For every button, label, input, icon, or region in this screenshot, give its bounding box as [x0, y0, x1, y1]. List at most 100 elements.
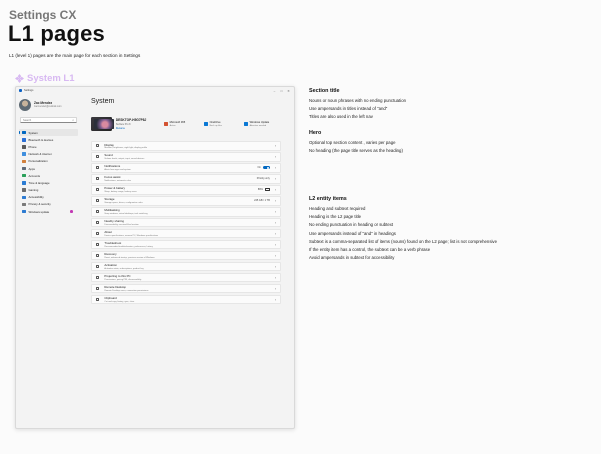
entity-item-subtext: Notifications, automatic rules — [104, 180, 131, 183]
close-button[interactable]: ✕ — [286, 89, 291, 93]
sidebar-item-apps[interactable]: Apps — [19, 165, 78, 172]
chevron-right-icon: › — [274, 231, 276, 236]
display-icon — [96, 144, 100, 148]
entity-item-subtext: Activation state, subscriptions, product… — [104, 267, 144, 270]
update-icon — [22, 209, 26, 214]
entity-item-nearby-sharing[interactable]: Nearby sharing Discoverability, received … — [91, 217, 281, 228]
annotation-line: No heading (the page title serves as the… — [309, 148, 403, 154]
entity-item-notifications[interactable]: Notifications Alerts from apps and system… — [91, 162, 281, 173]
search-placeholder: Search — [23, 118, 32, 122]
profile[interactable]: Zac Mendez zacmendez@outlook.com — [16, 94, 81, 111]
sidebar-item-gaming[interactable]: Gaming — [19, 187, 78, 194]
sidebar-item-system[interactable]: System — [19, 129, 78, 137]
accessibility-icon — [22, 195, 26, 200]
clipboard-icon — [96, 297, 100, 302]
lead-text: L1 (level 1) pages are the main page for… — [9, 53, 141, 58]
avatar — [19, 98, 31, 111]
entity-item-storage[interactable]: Storage Storage space, drives, configurat… — [91, 195, 281, 206]
entity-item-title: About — [104, 230, 112, 235]
entity-item-multitasking[interactable]: Multitasking Snap windows, virtual deskto… — [91, 206, 281, 217]
settings-window: Settings – □ ✕ Zac Mendez zacmendez@outl… — [15, 86, 295, 429]
sidebar-item-phone[interactable]: Phone — [19, 143, 78, 150]
entity-item-title: Clipboard — [104, 296, 117, 301]
entity-item-recovery[interactable]: Recovery Reset, advanced startup, previou… — [91, 250, 281, 261]
page: Settings CX L1 pages L1 (level 1) pages … — [0, 0, 601, 454]
sidebar-item-windows-update[interactable]: Windows update — [19, 208, 78, 215]
entity-item-title: Troubleshoot — [104, 241, 122, 246]
entity-item-subtext: Remote Desktop users, connection permiss… — [104, 289, 149, 292]
annotation-line: Avoid ampersands in subtext for accessib… — [309, 255, 395, 261]
entity-item-about[interactable]: About Device specifications, rename PC, W… — [91, 228, 281, 239]
chevron-right-icon: › — [274, 242, 276, 247]
annotation-line: Optional top section content , varies pe… — [309, 140, 396, 145]
hero-status-item[interactable]: Microsoft 365 Active — [164, 121, 201, 127]
entity-item-title: Notifications — [104, 164, 121, 169]
entity-item-clipboard[interactable]: Clipboard Cut and copy history, sync, cle… — [91, 294, 281, 305]
annotation-line: Heading and subtext required — [309, 206, 366, 211]
entity-item-activation[interactable]: Activation Activation state, subscription… — [91, 261, 281, 272]
annotation-line: Subtext is a comma-separated list of ite… — [309, 238, 497, 244]
entity-item-projecting-to-this-pc[interactable]: Projecting to this PC Permissions, pairin… — [91, 272, 281, 283]
entity-item-value: 89% — [257, 188, 263, 192]
phone-icon — [22, 145, 26, 149]
sidebar-item-bluetooth-devices[interactable]: Bluetooth & devices — [19, 136, 78, 143]
annotation-line: Titles are also used in the left nav — [309, 114, 373, 120]
entity-item-power-battery[interactable]: Power & battery Sleep, battery usage, bat… — [91, 184, 281, 195]
entity-item-title: Multitasking — [104, 208, 120, 213]
entity-item-subtext: Monitors, brightness, night light, displ… — [104, 147, 148, 150]
entity-item-subtext: Reset, advanced startup, previous versio… — [104, 256, 155, 259]
sidebar-item-privacy-security[interactable]: Privacy & security — [19, 201, 78, 208]
annotation-heading: Section title — [309, 88, 340, 94]
sidebar-item-accessibility[interactable]: Accessibility — [19, 194, 78, 201]
entity-item-display[interactable]: Display Monitors, brightness, night light… — [91, 141, 281, 151]
moon-icon — [96, 177, 100, 181]
sidebar-item-label: Time & language — [28, 180, 50, 185]
power-icon — [96, 188, 100, 192]
device-image — [91, 117, 114, 131]
entity-item-title: Focus assist — [104, 175, 121, 180]
window-title: Settings — [24, 89, 34, 92]
annotation-heading: L2 entity items — [309, 196, 347, 202]
entity-item-subtext: Alerts from apps and system — [104, 169, 131, 172]
sidebar-item-time-language[interactable]: Time & language — [19, 179, 78, 186]
accounts-icon — [22, 173, 26, 178]
entity-item-subtext: Discoverability, received files location — [104, 223, 139, 226]
entity-item-title: Recovery — [104, 252, 117, 257]
page-title: L1 pages — [8, 21, 105, 46]
search-input[interactable]: Search ⌕ — [20, 117, 77, 123]
entity-item-sound[interactable]: Sound Volume levels, output, input, sound… — [91, 151, 281, 162]
entity-item-subtext: Sleep, battery usage, battery saver — [104, 191, 137, 194]
profile-email: zacmendez@outlook.com — [34, 105, 62, 109]
maximize-button[interactable]: □ — [279, 89, 284, 93]
main-content: System DESKTOP-H5G7P8J Surface Pro 8 Ren… — [89, 94, 281, 428]
entity-item-focus-assist[interactable]: Focus assist Notifications, automatic rul… — [91, 173, 281, 184]
device-model: Surface Pro 8 — [115, 123, 131, 127]
entity-item-troubleshoot[interactable]: Troubleshoot Recommended troubleshooters,… — [91, 239, 281, 250]
sidebar-item-personalization[interactable]: Personalization — [19, 158, 78, 165]
chevron-right-icon: › — [274, 220, 276, 225]
entity-item-title: Nearby sharing — [104, 219, 124, 224]
sidebar-item-label: Phone — [28, 144, 37, 149]
sidebar-item-accounts[interactable]: Accounts — [19, 172, 78, 179]
annotation-line: Heading is the L2 page title — [309, 214, 362, 220]
entity-item-title: Power & battery — [104, 186, 125, 191]
entity-item-subtext: Recommended troubleshooters, preferences… — [104, 245, 153, 248]
hero-status-title: Windows Update — [249, 121, 270, 125]
chevron-right-icon: › — [274, 143, 276, 148]
entity-item-remote-desktop[interactable]: Remote Desktop Remote Desktop users, conn… — [91, 283, 281, 294]
hero-status-item[interactable]: OneDrive Back up files — [204, 121, 241, 127]
minimize-button[interactable]: – — [272, 89, 277, 93]
recovery-icon — [96, 253, 100, 258]
entity-item-title: Storage — [104, 197, 115, 202]
hero-status-item[interactable]: Windows Update Attention needed — [244, 121, 281, 127]
notification-badge — [70, 210, 73, 213]
annotation-line: No ending punctuation in heading or subt… — [309, 222, 394, 228]
rename-link[interactable]: Rename — [116, 127, 164, 130]
notifications-toggle[interactable] — [262, 166, 270, 170]
info-icon — [96, 231, 100, 236]
sidebar-item-label: Privacy & security — [28, 202, 51, 207]
sidebar-item-network-internet[interactable]: Network & internet — [19, 151, 78, 158]
component-tag: System L1 — [15, 73, 75, 84]
gaming-icon — [22, 188, 26, 192]
chevron-right-icon: › — [274, 286, 276, 291]
